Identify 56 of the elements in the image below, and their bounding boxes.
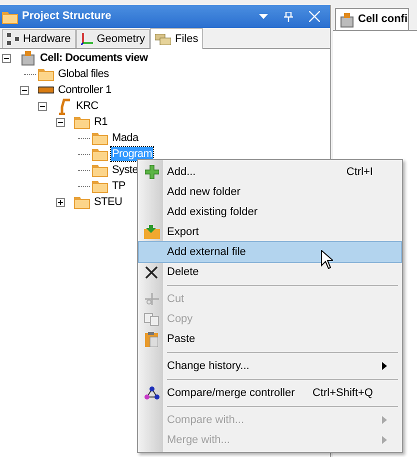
- folder-icon: [92, 163, 108, 177]
- folder-icon: [92, 131, 108, 145]
- pin-icon[interactable]: [284, 12, 293, 22]
- tree-item[interactable]: Cell: Documents view: [39, 51, 149, 65]
- close-icon: [145, 266, 158, 278]
- expand-icon[interactable]: [56, 198, 65, 206]
- collapse-icon[interactable]: [56, 118, 65, 126]
- export-folder-icon: [144, 225, 160, 239]
- plus-icon: [144, 165, 158, 179]
- submenu-arrow-icon: [382, 416, 387, 424]
- collapse-icon[interactable]: [2, 54, 11, 62]
- clipboard-icon: [145, 332, 158, 346]
- axes-icon: [80, 33, 93, 45]
- menu-item[interactable]: Add existing folder: [139, 202, 401, 222]
- tree-item[interactable]: Global files: [57, 67, 110, 81]
- panel-title: Project Structure: [22, 9, 112, 24]
- folder-icon: [74, 115, 90, 129]
- folder-icon: [92, 179, 108, 193]
- dropdown-icon[interactable]: [259, 14, 268, 19]
- controller-icon: [38, 86, 54, 94]
- tab[interactable]: Files: [150, 28, 204, 49]
- cell-icon: [21, 50, 35, 66]
- tree-item[interactable]: KRC: [75, 99, 100, 113]
- menu-item[interactable]: Add new folder: [139, 182, 401, 202]
- robot-arm-icon: [57, 97, 71, 115]
- document-tab[interactable]: Cell confi: [335, 8, 409, 30]
- tree-item[interactable]: STEU: [93, 195, 124, 209]
- tab[interactable]: Hardware: [2, 29, 76, 48]
- menu-item[interactable]: Add external file: [139, 242, 401, 262]
- tree-item[interactable]: TP: [111, 179, 126, 193]
- folder-icon: [2, 10, 18, 24]
- folder-icon: [74, 195, 90, 209]
- menu-item[interactable]: Export: [139, 222, 401, 242]
- collapse-icon[interactable]: [20, 86, 29, 94]
- copy-icon: [144, 312, 159, 326]
- tree-item[interactable]: Syste: [111, 163, 140, 177]
- menu-item[interactable]: Add... Ctrl+I: [139, 162, 401, 182]
- collapse-icon[interactable]: [38, 102, 47, 110]
- menu-item[interactable]: Compare/merge controller Ctrl+Shift+Q: [139, 383, 401, 403]
- folders-icon: [154, 34, 171, 44]
- tree-item[interactable]: Mada: [111, 131, 140, 145]
- menu-item[interactable]: Delete: [139, 262, 401, 282]
- menu-item[interactable]: Paste: [139, 329, 401, 349]
- hardware-icon: [7, 33, 19, 45]
- tree-item[interactable]: R1: [93, 115, 108, 129]
- submenu-arrow-icon: [382, 436, 387, 444]
- network-nodes-icon: [144, 386, 160, 400]
- tab[interactable]: Geometry: [76, 29, 150, 48]
- close-icon[interactable]: [309, 11, 320, 22]
- mouse-cursor-icon: [321, 250, 333, 269]
- folder-icon: [38, 67, 54, 81]
- tree-item[interactable]: Controller 1: [57, 83, 112, 97]
- cell-icon: [340, 12, 354, 28]
- folder-icon: [92, 147, 108, 161]
- submenu-arrow-icon: [382, 362, 387, 370]
- menu-item[interactable]: Change history...: [139, 356, 401, 376]
